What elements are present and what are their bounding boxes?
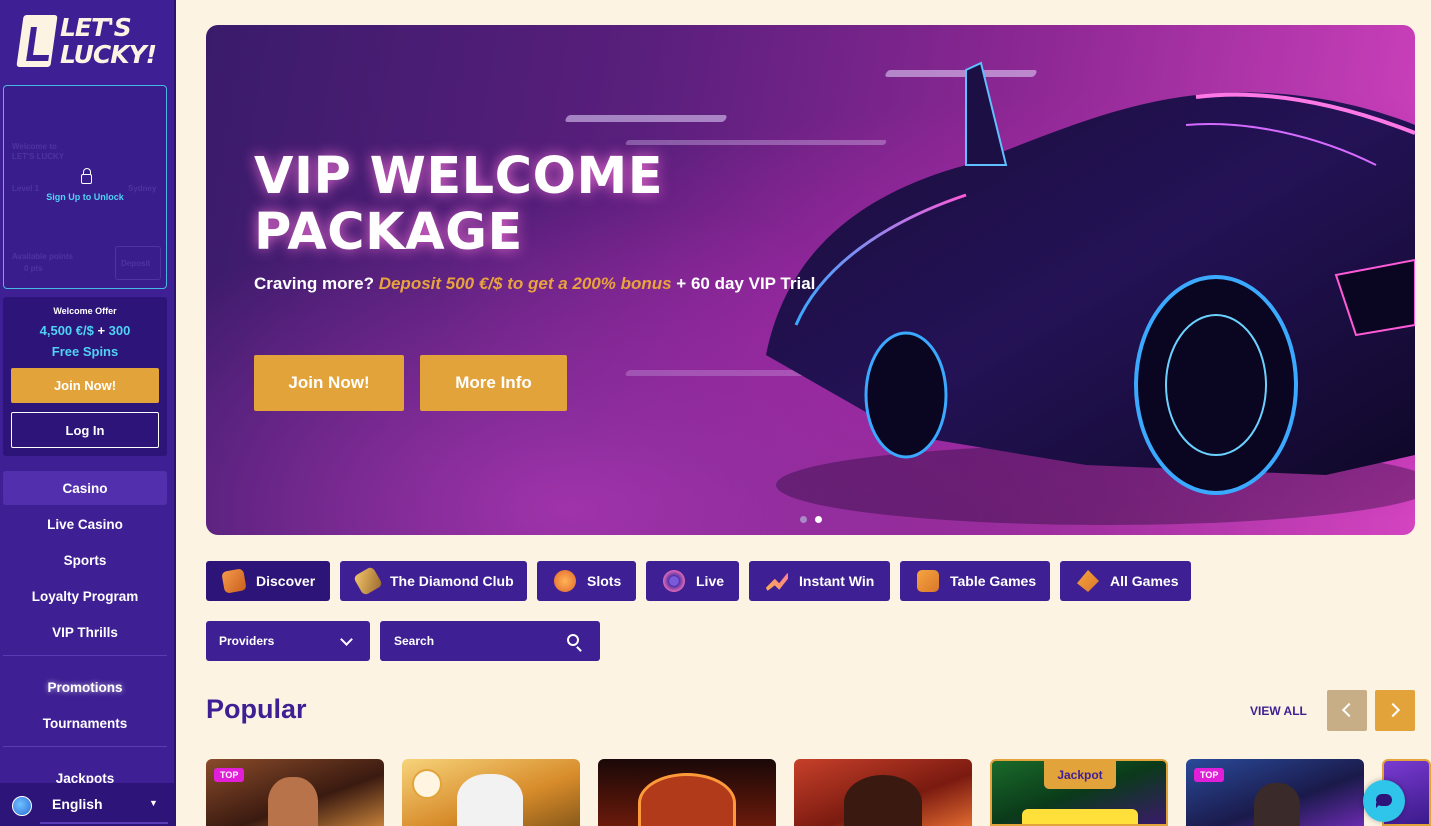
welcome-spins-count: 300 (108, 323, 131, 338)
carousel-prev-button[interactable] (1327, 690, 1367, 731)
carousel-next-button[interactable] (1375, 690, 1415, 731)
game-tile[interactable]: TOP (1186, 759, 1364, 826)
carousel-dot-1[interactable] (800, 516, 807, 523)
tab-slots[interactable]: Slots (537, 561, 636, 601)
tab-instant-win[interactable]: Instant Win (749, 561, 890, 601)
instant-win-icon (766, 572, 788, 592)
logo-text-line1: LET'S (60, 13, 132, 42)
globe-icon (12, 796, 32, 816)
tab-live[interactable]: Live (646, 561, 739, 601)
hero-title: VIP WELCOME PACKAGE (254, 147, 664, 262)
chevron-right-icon (1385, 702, 1401, 718)
tab-all-games[interactable]: All Games (1060, 561, 1191, 601)
game-character-image (457, 774, 523, 826)
sidebar-item-vip-thrills[interactable]: VIP Thrills (3, 615, 167, 649)
providers-dropdown[interactable]: Providers (206, 621, 370, 661)
loyalty-faded-points-label: Available points (12, 252, 74, 261)
chevron-down-icon: ▼ (149, 798, 158, 808)
providers-label: Providers (219, 634, 275, 648)
sign-up-to-unlock[interactable]: Sign Up to Unlock (4, 192, 166, 202)
sidebar-item-tournaments[interactable]: Tournaments (3, 706, 167, 740)
game-character-image (1254, 783, 1300, 826)
logo-mark-icon (16, 15, 58, 67)
hero-more-info-button[interactable]: More Info (420, 355, 567, 411)
loyalty-card[interactable]: Welcome to LET'S LUCKY Level 1 Sydney Si… (3, 85, 167, 289)
search-input[interactable] (394, 632, 554, 650)
discover-icon (221, 568, 247, 594)
nav-divider (3, 746, 167, 747)
badge-top: TOP (1194, 768, 1225, 782)
game-character-image (268, 777, 318, 826)
diamond-icon (352, 565, 384, 597)
tab-table-games[interactable]: Table Games (900, 561, 1050, 601)
hero-join-button[interactable]: Join Now! (254, 355, 404, 411)
loyalty-faded-brand: LET'S LUCKY (12, 152, 65, 161)
language-selector[interactable]: English ▼ (0, 783, 174, 826)
game-character-image (844, 775, 922, 826)
game-hat-image (638, 773, 736, 826)
language-underline (40, 822, 168, 824)
logo-text-line2: LUCKY! (60, 40, 157, 69)
game-tile[interactable]: Jackpot (990, 759, 1168, 826)
chevron-down-icon (340, 633, 353, 646)
login-button[interactable]: Log In (11, 412, 159, 448)
live-icon (663, 570, 685, 592)
welcome-offer-box: Welcome Offer 4,500 €/$ + 300 Free Spins… (3, 297, 167, 456)
sidebar-item-promotions[interactable]: Promotions (3, 670, 167, 704)
lock-icon (81, 168, 92, 184)
chevron-left-icon (1341, 702, 1357, 718)
carousel-dot-2[interactable] (815, 516, 822, 523)
tab-the-diamond-club[interactable]: The Diamond Club (340, 561, 527, 601)
welcome-spins-label: Free Spins (51, 344, 119, 359)
chat-icon[interactable] (1363, 780, 1405, 822)
drops-wins-icon (412, 769, 442, 799)
game-glasses-image (1022, 809, 1138, 824)
loyalty-faded-welcome: Welcome to (12, 142, 57, 151)
search-icon[interactable] (567, 634, 579, 646)
view-all-link[interactable]: VIEW ALL (1250, 704, 1307, 718)
search-box[interactable] (380, 621, 600, 661)
game-tile[interactable] (402, 759, 580, 826)
game-tile[interactable] (598, 759, 776, 826)
slots-icon (554, 570, 576, 592)
sidebar-join-button[interactable]: Join Now! (11, 368, 159, 403)
hero-subtitle: Craving more? Deposit 500 €/$ to get a 2… (254, 274, 816, 293)
hero-banner: VIP WELCOME PACKAGE Craving more? Deposi… (206, 25, 1415, 535)
game-tile[interactable]: TOP (206, 759, 384, 826)
tab-discover[interactable]: Discover (206, 561, 330, 601)
hero-highlight: Deposit 500 €/$ to get a 200% bonus (378, 274, 672, 293)
nav-divider (3, 655, 167, 656)
section-title-popular: Popular (206, 694, 307, 724)
loyalty-faded-points: 0 pts (24, 264, 43, 273)
game-tile[interactable] (794, 759, 972, 826)
welcome-offer-text: 4,500 €/$ + 300 Free Spins (3, 320, 167, 362)
sidebar-item-live-casino[interactable]: Live Casino (3, 507, 167, 541)
language-label: English (52, 796, 103, 812)
sidebar-item-casino[interactable]: Casino (3, 471, 167, 505)
sidebar-item-loyalty-program[interactable]: Loyalty Program (3, 579, 167, 613)
table-games-icon (917, 570, 939, 592)
logo[interactable]: LET'S LUCKY! (16, 12, 157, 72)
sidebar-item-sports[interactable]: Sports (3, 543, 167, 577)
welcome-amount: 4,500 €/$ (39, 323, 94, 338)
welcome-offer-label: Welcome Offer (53, 306, 117, 316)
badge-top: TOP (214, 768, 245, 782)
badge-jackpot: Jackpot (1044, 761, 1116, 789)
loyalty-faded-button: Deposit (115, 246, 161, 280)
all-games-icon (1077, 570, 1099, 592)
sidebar: LET'S LUCKY! Welcome to LET'S LUCKY Leve… (0, 0, 176, 826)
